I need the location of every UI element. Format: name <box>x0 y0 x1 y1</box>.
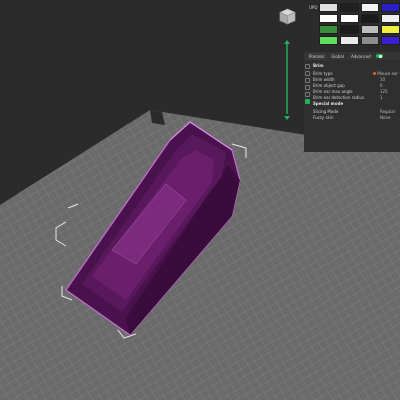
setting-value[interactable]: 1 <box>380 95 398 100</box>
tab-process[interactable]: Process <box>307 52 327 60</box>
tab-advanced[interactable]: Advanced <box>349 53 373 60</box>
swatch[interactable] <box>360 36 380 45</box>
setting-label: Brim object gap <box>313 82 345 88</box>
panel-header: Process Global Advanced <box>304 52 400 60</box>
setting-row[interactable]: Fuzzy skin None <box>313 114 398 120</box>
swatch[interactable] <box>319 25 338 34</box>
settings-panel: Process Global Advanced Brim Brim type Mo… <box>304 52 400 152</box>
setting-value[interactable]: 0 <box>380 83 398 88</box>
view-cube-icon[interactable] <box>279 8 296 25</box>
swatch-row: UPD <box>309 3 400 12</box>
setting-value[interactable]: 125 <box>380 89 398 94</box>
swatch[interactable] <box>360 25 380 34</box>
swatch[interactable] <box>381 14 400 23</box>
slider-bottom-handle-icon[interactable] <box>284 116 290 120</box>
swatch[interactable] <box>381 25 400 34</box>
swatch[interactable] <box>340 3 359 12</box>
swatch[interactable] <box>340 25 359 34</box>
swatch[interactable] <box>360 3 380 12</box>
swatch[interactable] <box>340 36 359 45</box>
swatch[interactable] <box>340 14 359 23</box>
setting-value[interactable]: None <box>380 115 398 120</box>
setting-row[interactable]: Brim ear detection radius 1 <box>313 94 398 100</box>
section-brim: Brim <box>313 63 324 68</box>
section-special-mode: Special mode <box>313 101 344 106</box>
speed-icon[interactable] <box>305 78 310 83</box>
row-label: UPD <box>309 5 318 10</box>
setting-value[interactable]: Mouse ear <box>373 71 398 76</box>
setting-label: Brim ear detection radius <box>313 94 365 100</box>
setting-label: Brim width <box>313 76 335 82</box>
setting-value[interactable]: Regular <box>380 109 398 114</box>
swatch[interactable] <box>319 14 338 23</box>
strength-icon[interactable] <box>305 71 310 76</box>
setting-value[interactable]: 10 <box>380 77 398 82</box>
swatch-row <box>309 36 400 45</box>
layer-slider[interactable] <box>283 40 291 120</box>
swatch-row <box>309 14 400 23</box>
swatch[interactable] <box>381 36 400 45</box>
swatch[interactable] <box>381 3 400 12</box>
settings-list: Brim Brim type Mouse ear Brim width 10 Bri… <box>313 62 398 120</box>
swatch[interactable] <box>319 3 339 12</box>
setting-label: Brim ear max angle <box>313 88 353 94</box>
advanced-toggle[interactable] <box>375 54 383 58</box>
swatch[interactable] <box>360 14 380 23</box>
quality-icon[interactable] <box>305 64 310 69</box>
material-swatches: UPD <box>309 3 400 50</box>
support-icon[interactable] <box>305 85 310 90</box>
swatch-row <box>309 25 400 34</box>
tab-global[interactable]: Global <box>329 53 346 60</box>
panel-side-icons <box>304 62 312 106</box>
swatch[interactable] <box>319 36 338 45</box>
slider-top-handle-icon[interactable] <box>284 40 290 44</box>
setting-label: Fuzzy skin <box>313 114 334 120</box>
setting-label: Slicing Mode <box>313 108 339 114</box>
others-icon[interactable] <box>305 99 310 104</box>
multimaterial-icon[interactable] <box>305 92 310 97</box>
setting-label: Brim type <box>313 70 333 76</box>
